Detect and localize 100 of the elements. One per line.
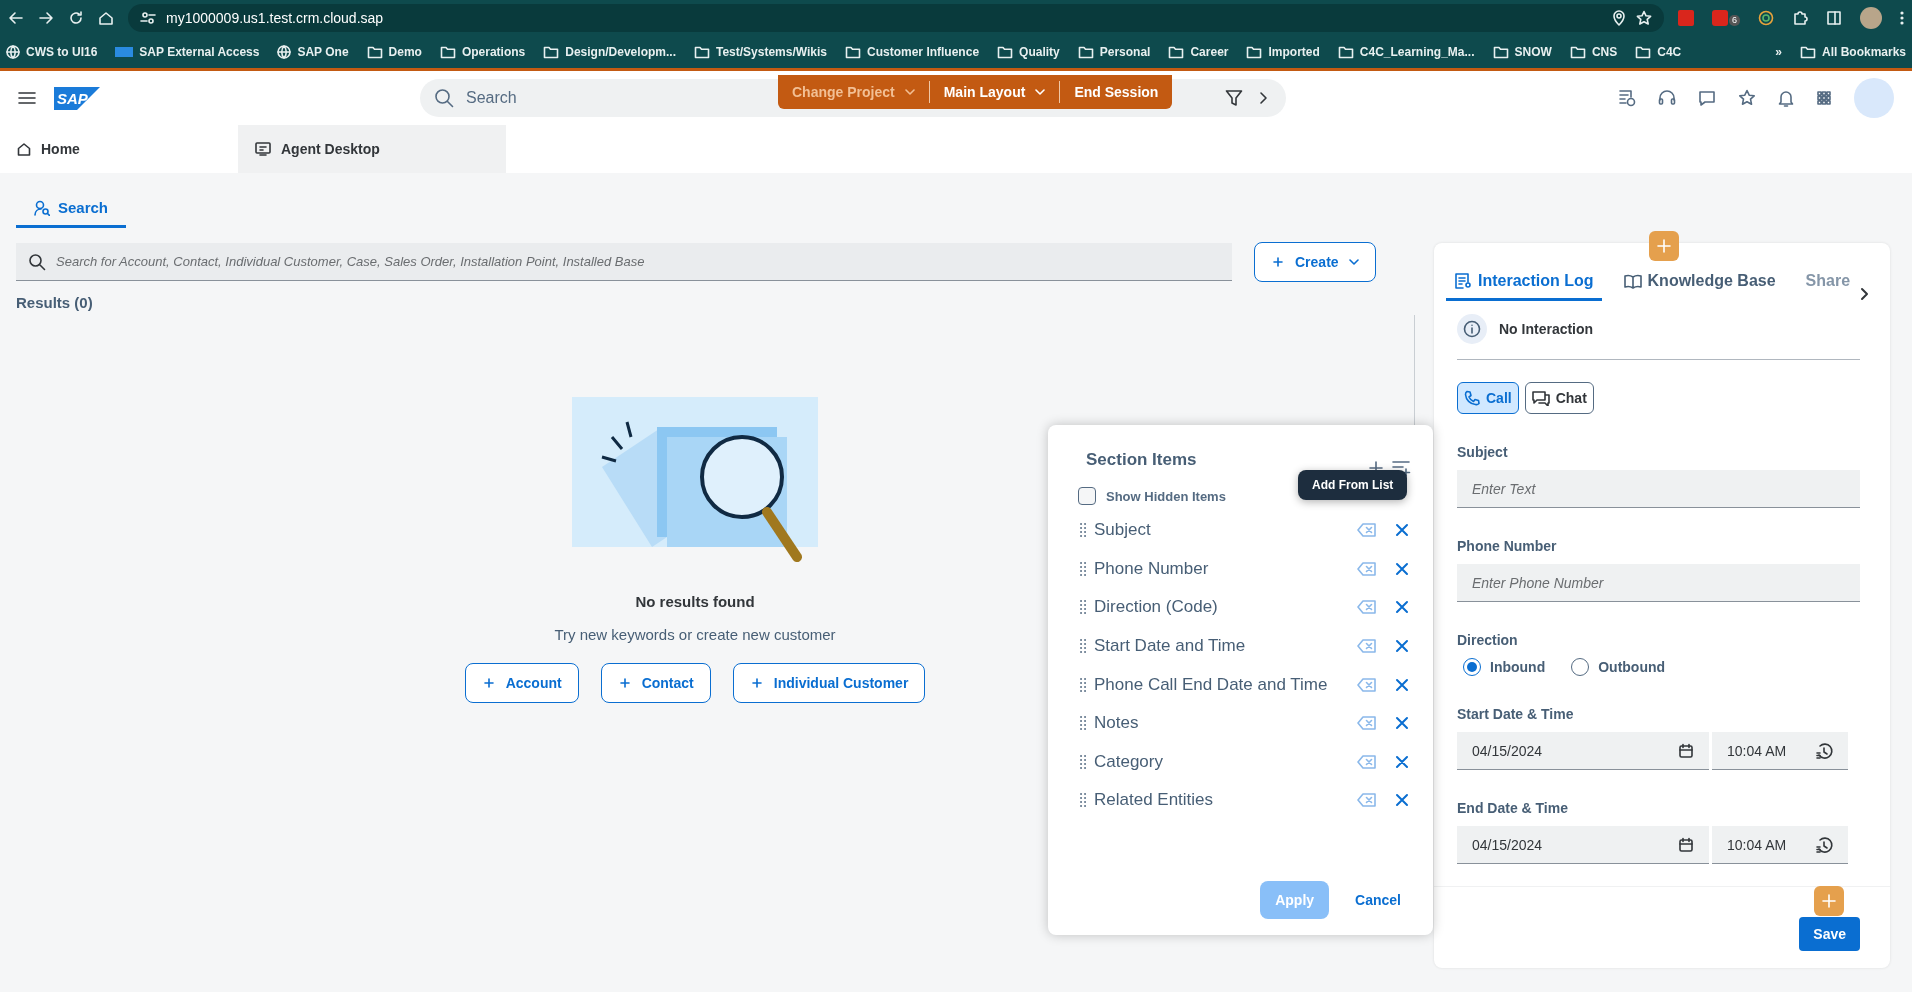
site-settings-icon[interactable] [140,10,156,26]
globe-icon [6,45,20,59]
bookmark-link[interactable]: SAP One [297,45,349,59]
bookmark-link[interactable]: Test/Systems/Wikis [715,45,828,59]
plus-icon [1271,255,1285,269]
drag-handle-icon[interactable] [1080,676,1086,693]
panel-tab[interactable]: Interaction Log [1446,272,1602,301]
bookmark-link[interactable]: Career [1190,45,1229,59]
plus-icon [749,676,764,690]
plus-icon [617,676,632,690]
close-icon[interactable] [1395,523,1409,538]
close-icon[interactable] [1395,561,1409,576]
color-wheel-icon[interactable] [1758,10,1774,26]
panel-tab[interactable]: Knowledge Base [1615,272,1784,301]
create-record-button[interactable]: Individual Customer [732,663,926,703]
chevron-right-icon[interactable] [1259,89,1269,107]
url-field[interactable]: my1000009.us1.test.crm.cloud.sap [166,10,384,26]
task-list-icon[interactable] [1618,89,1636,107]
drag-handle-icon[interactable] [1080,753,1086,770]
checkbox-label: Show Hidden Items [1106,488,1226,504]
menu-icon[interactable] [18,91,36,105]
bookmark-link[interactable]: C4C [1657,45,1682,59]
puzzle-icon[interactable] [1792,10,1808,26]
sidebar-icon[interactable] [1826,10,1842,26]
section-item-label: Notes [1094,713,1140,734]
chat-icon [1531,390,1550,406]
drag-handle-icon[interactable] [1080,599,1086,616]
bookmark-link[interactable]: Personal [1099,45,1151,59]
chat-bubble-icon[interactable] [1698,89,1716,107]
more-menu-icon[interactable] [1900,10,1904,26]
drag-handle-icon[interactable] [1080,560,1086,577]
drag-handle-icon[interactable] [1080,522,1086,539]
headset-icon[interactable] [1658,89,1676,107]
checkbox[interactable] [1078,487,1096,505]
filter-icon[interactable] [1225,89,1243,107]
info-circle-icon [1463,320,1481,338]
all-bookmarks-link[interactable]: All Bookmarks [1821,45,1906,59]
star-icon[interactable] [1636,10,1652,26]
app-grid-icon[interactable] [1816,90,1832,106]
bookmark-link[interactable]: CWS to UI16 [26,45,98,59]
channel-button[interactable]: Chat [1524,382,1594,414]
folder-icon [1492,45,1509,59]
bell-icon[interactable] [1778,89,1794,107]
cancel-button[interactable]: Cancel [1345,892,1411,908]
workspace-tab[interactable]: Agent Desktop [238,125,506,173]
folder-icon [1799,45,1816,59]
section-item-label: Direction (Code) [1094,597,1219,618]
radio-button[interactable] [1571,658,1590,676]
close-icon[interactable] [1395,754,1409,769]
bookmark-link[interactable]: SNOW [1514,45,1552,59]
field-label: Subject [1457,444,1509,460]
create-record-button[interactable]: Contact [600,663,711,703]
drag-handle-icon[interactable] [1080,792,1086,809]
close-icon[interactable] [1395,600,1409,615]
folder-icon [1635,45,1652,59]
header-action-button[interactable]: End Session [1059,81,1173,103]
bookmark-link[interactable]: Quality [1019,45,1060,59]
create-button[interactable]: Create [1254,242,1376,282]
radio-button[interactable] [1463,658,1481,676]
home-icon[interactable] [98,10,114,26]
search-tab[interactable]: Search [16,190,127,228]
time-field[interactable]: 10:04 AM [1712,732,1848,770]
chevron-right-icon[interactable] [1860,287,1871,301]
bookmark-link[interactable]: CNS [1591,45,1618,59]
close-icon[interactable] [1395,793,1409,808]
close-icon[interactable] [1395,639,1409,654]
globe-icon [277,45,292,59]
create-record-button[interactable]: Account [464,663,579,703]
bookmark-link[interactable]: C4C_Learning_Ma... [1359,45,1475,59]
channel-button[interactable]: Call [1457,382,1519,414]
back-icon[interactable] [8,10,24,26]
search-field[interactable]: Search for Account, Contact, Individual Customer, Case, Sales Order, Installation Point, Installed Base [16,243,1232,281]
close-icon[interactable] [1395,677,1409,692]
bookmark-link[interactable]: Demo [388,45,422,59]
bookmark-link[interactable]: Customer Influence [867,45,980,59]
time-field[interactable]: 10:04 AM [1712,826,1848,864]
sap-logo[interactable]: SAP [54,86,100,110]
reload-icon[interactable] [68,10,84,26]
drag-handle-icon[interactable] [1080,715,1086,732]
date-field[interactable]: 04/15/2024 [1457,826,1709,864]
star-icon[interactable] [1738,89,1756,107]
phone-input[interactable]: Enter Phone Number [1457,564,1860,602]
log-list-icon [1454,272,1472,290]
forward-icon[interactable] [38,10,54,26]
bookmark-link[interactable]: Imported [1268,45,1320,59]
location-pin-icon[interactable] [1612,10,1626,26]
more-bookmarks-button[interactable]: » [1775,45,1782,59]
header-action-button[interactable]: Main Layout [928,81,1060,103]
close-icon[interactable] [1395,716,1409,731]
folder-icon [366,45,383,59]
bookmark-link[interactable]: SAP External Access [139,45,260,59]
save-button[interactable]: Save [1799,917,1860,951]
drag-handle-icon[interactable] [1080,638,1086,655]
subject-input[interactable]: Enter Text [1457,470,1860,508]
field-label: Phone Number [1457,538,1558,554]
bookmark-link[interactable]: Design/Developm... [565,45,676,59]
profile-avatar[interactable] [1860,7,1882,29]
workspace-tab[interactable]: Home [0,125,238,173]
date-field[interactable]: 04/15/2024 [1457,732,1709,770]
bookmark-link[interactable]: Operations [461,45,526,59]
